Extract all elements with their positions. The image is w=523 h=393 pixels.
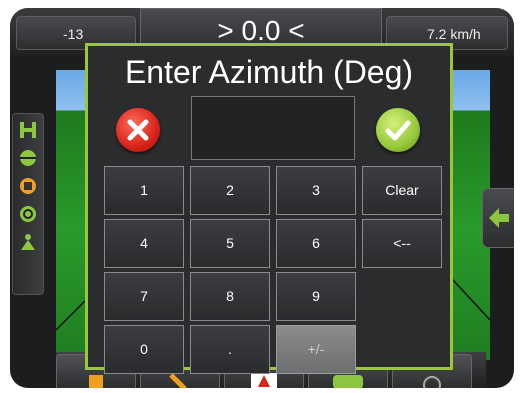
clear-key[interactable]: Clear <box>362 166 442 215</box>
key-5[interactable]: 5 <box>190 219 270 268</box>
key-9[interactable]: 9 <box>276 272 356 321</box>
decimal-key[interactable]: . <box>190 325 270 374</box>
steering-icon[interactable] <box>18 204 38 224</box>
key-8[interactable]: 8 <box>190 272 270 321</box>
status-right-value: 7.2 km/h <box>427 26 481 42</box>
key-7[interactable]: 7 <box>104 272 184 321</box>
confirm-button[interactable] <box>376 108 420 152</box>
status-center-value: > 0.0 < <box>217 15 305 46</box>
x-icon <box>127 119 149 141</box>
straight-line-icon[interactable] <box>18 148 38 168</box>
cancel-button[interactable] <box>116 108 160 152</box>
status-left-value: -13 <box>63 26 84 42</box>
arrow-left-icon <box>489 208 509 228</box>
key-3[interactable]: 3 <box>276 166 356 215</box>
azimuth-dialog: Enter Azimuth (Deg) 1 2 3 Clear 4 5 6 <-… <box>85 43 453 374</box>
vehicle-icon[interactable] <box>18 232 38 252</box>
left-toolbar <box>12 113 44 295</box>
key-2[interactable]: 2 <box>190 166 270 215</box>
marker-icon[interactable] <box>18 176 38 196</box>
key-6[interactable]: 6 <box>276 219 356 268</box>
azimuth-value-display[interactable] <box>191 96 355 160</box>
sign-toggle-key: +/- <box>276 325 356 374</box>
backspace-key[interactable]: <-- <box>362 219 442 268</box>
check-icon <box>385 120 411 141</box>
boundary-icon[interactable] <box>18 120 38 140</box>
expand-right-panel-button[interactable] <box>482 188 514 248</box>
key-4[interactable]: 4 <box>104 219 184 268</box>
key-0[interactable]: 0 <box>104 325 184 374</box>
dialog-title: Enter Azimuth (Deg) <box>124 54 414 90</box>
key-1[interactable]: 1 <box>104 166 184 215</box>
